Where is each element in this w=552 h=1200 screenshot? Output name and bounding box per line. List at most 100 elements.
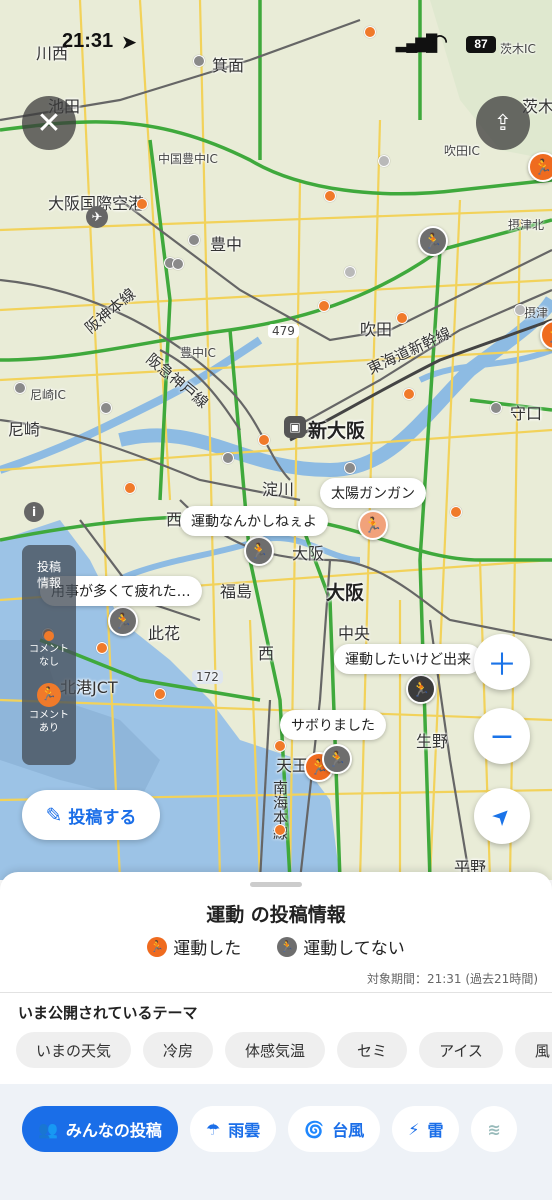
tab-lightning[interactable]: ⚡ 雷: [392, 1106, 460, 1152]
wind-icon: ≋: [487, 1119, 501, 1139]
close-button[interactable]: ✕: [22, 96, 76, 150]
tab-typhoon[interactable]: 🌀 台風: [288, 1106, 381, 1152]
zoom-out-button[interactable]: −: [474, 708, 530, 764]
theme-chip[interactable]: 冷房: [143, 1032, 214, 1068]
lightning-icon: ⚡: [408, 1119, 420, 1139]
place-chugoku-toyonaka-ic: 中国豊中IC: [158, 152, 218, 166]
info-icon[interactable]: i: [24, 502, 44, 522]
rest-icon: 🏃: [277, 936, 298, 957]
tab-rain-cloud[interactable]: ☂ 雨雲: [189, 1106, 277, 1152]
report-marker-not-exercised[interactable]: 🏃: [322, 744, 352, 774]
place-shin-osaka: 新大阪: [308, 420, 366, 442]
report-marker-not-exercised[interactable]: 🏃: [418, 226, 448, 256]
report-dot[interactable]: [193, 55, 205, 67]
place-yodogawa: 淀川: [262, 480, 295, 499]
legend-label: 運動した: [173, 939, 242, 959]
report-dot[interactable]: [490, 402, 502, 414]
report-dot[interactable]: [172, 258, 184, 270]
tab-label: 雷: [427, 1121, 444, 1140]
current-location-button[interactable]: ➤: [474, 788, 530, 844]
theme-chip[interactable]: セミ: [337, 1032, 408, 1068]
place-amagasaki-ic: 尼崎IC: [30, 388, 66, 402]
report-marker-not-exercised[interactable]: 🏃: [406, 674, 436, 704]
airport-icon: ✈: [86, 206, 108, 228]
report-dot[interactable]: [324, 190, 336, 202]
rain-cloud-icon: ☂: [205, 1119, 221, 1139]
place-ibaraki-ic: 茨木IC: [500, 42, 536, 56]
report-dot[interactable]: [188, 234, 200, 246]
post-button[interactable]: ✎ 投稿する: [22, 790, 160, 840]
report-dot[interactable]: [378, 155, 390, 167]
station-icon: ▣: [284, 416, 306, 438]
comment-bubble[interactable]: 運動したいけど出来: [334, 644, 482, 674]
no-comment-label: コメント なし: [29, 644, 69, 668]
report-dot[interactable]: [258, 434, 270, 446]
report-marker-not-exercised[interactable]: 🏃: [108, 606, 138, 636]
place-chuo: 中央: [338, 624, 371, 643]
with-comment-icon: 🏃: [37, 683, 61, 707]
report-dot[interactable]: [514, 304, 526, 316]
map-view[interactable]: 川西 箕面 池田 茨木 茨木IC 中国豊中IC 吹田IC 大阪国際空港 豊中 摂…: [0, 0, 552, 880]
report-dot[interactable]: [450, 506, 462, 518]
run-icon: 🏃: [147, 936, 168, 957]
sheet-title: 運動 の投稿情報: [206, 904, 346, 926]
report-dot[interactable]: [318, 300, 330, 312]
place-fukushima: 福島: [220, 582, 253, 601]
post-info-panel: 投稿 情報 コメント なし 🏃 コメント あり: [22, 545, 76, 765]
comment-bubble[interactable]: サボりました: [280, 710, 386, 740]
report-dot[interactable]: [96, 642, 108, 654]
report-dot[interactable]: [274, 740, 286, 752]
theme-chip[interactable]: 体感気温: [225, 1032, 326, 1068]
tab-label: 台風: [332, 1121, 365, 1140]
report-dot[interactable]: [396, 312, 408, 324]
share-button[interactable]: ⇪: [476, 96, 530, 150]
report-dot[interactable]: [136, 198, 148, 210]
report-dot[interactable]: [124, 482, 136, 494]
theme-chip[interactable]: 風: [514, 1032, 552, 1068]
report-marker-exercised[interactable]: 🏃: [358, 510, 388, 540]
report-dot[interactable]: [364, 26, 376, 38]
signal-icon: ▂▄▆█: [396, 35, 437, 52]
comment-bubble[interactable]: 太陽ガンガン: [320, 478, 426, 508]
report-dot[interactable]: [100, 402, 112, 414]
legend-exercised: 🏃 運動した: [147, 934, 241, 959]
tab-everyones-posts[interactable]: 👥 みんなの投稿: [22, 1106, 178, 1152]
add-comment-icon: ✎: [45, 803, 63, 827]
legend-not-exercised: 🏃 運動してない: [277, 934, 405, 959]
route-172-shield: 172: [192, 670, 223, 684]
report-dot[interactable]: [154, 688, 166, 700]
route-479-shield: 479: [268, 324, 299, 338]
zoom-in-button[interactable]: ＋: [474, 634, 530, 690]
report-dot[interactable]: [344, 462, 356, 474]
report-dot[interactable]: [222, 452, 234, 464]
tab-label: みんなの投稿: [65, 1121, 162, 1140]
place-toyonaka: 豊中: [210, 235, 243, 254]
legend-label: 運動してない: [303, 939, 405, 959]
wifi-icon: ◠: [432, 31, 448, 51]
tab-wind[interactable]: ≋: [471, 1106, 517, 1152]
place-settsu-kita: 摂津北: [508, 218, 545, 232]
theme-chip[interactable]: いまの天気: [16, 1032, 132, 1068]
place-toyonaka-ic: 豊中IC: [180, 346, 216, 360]
sheet-handle[interactable]: [250, 882, 302, 887]
report-dot[interactable]: [14, 382, 26, 394]
close-icon: ✕: [36, 105, 62, 141]
post-button-label: 投稿する: [68, 807, 137, 828]
report-marker-not-exercised[interactable]: 🏃: [244, 536, 274, 566]
place-nishi: 西: [258, 644, 275, 663]
legend: 🏃 運動した 🏃 運動してない: [0, 934, 552, 959]
comment-bubble[interactable]: 運動なんかしねぇよ: [180, 506, 328, 536]
tab-label: 雨雲: [228, 1121, 261, 1140]
people-icon: 👥: [38, 1119, 58, 1139]
plus-icon: ＋: [487, 648, 517, 683]
place-minoo: 箕面: [212, 56, 245, 75]
typhoon-icon: 🌀: [304, 1119, 325, 1139]
report-dot[interactable]: [403, 388, 415, 400]
navigation-arrow-icon: ➤: [486, 800, 518, 832]
report-marker-exercised[interactable]: 🏃: [528, 152, 552, 182]
place-suita-ic: 吹田IC: [444, 144, 480, 158]
theme-chip[interactable]: アイス: [419, 1032, 503, 1068]
report-dot[interactable]: [274, 824, 286, 836]
place-osaka: 大阪: [326, 582, 365, 604]
report-dot[interactable]: [344, 266, 356, 278]
